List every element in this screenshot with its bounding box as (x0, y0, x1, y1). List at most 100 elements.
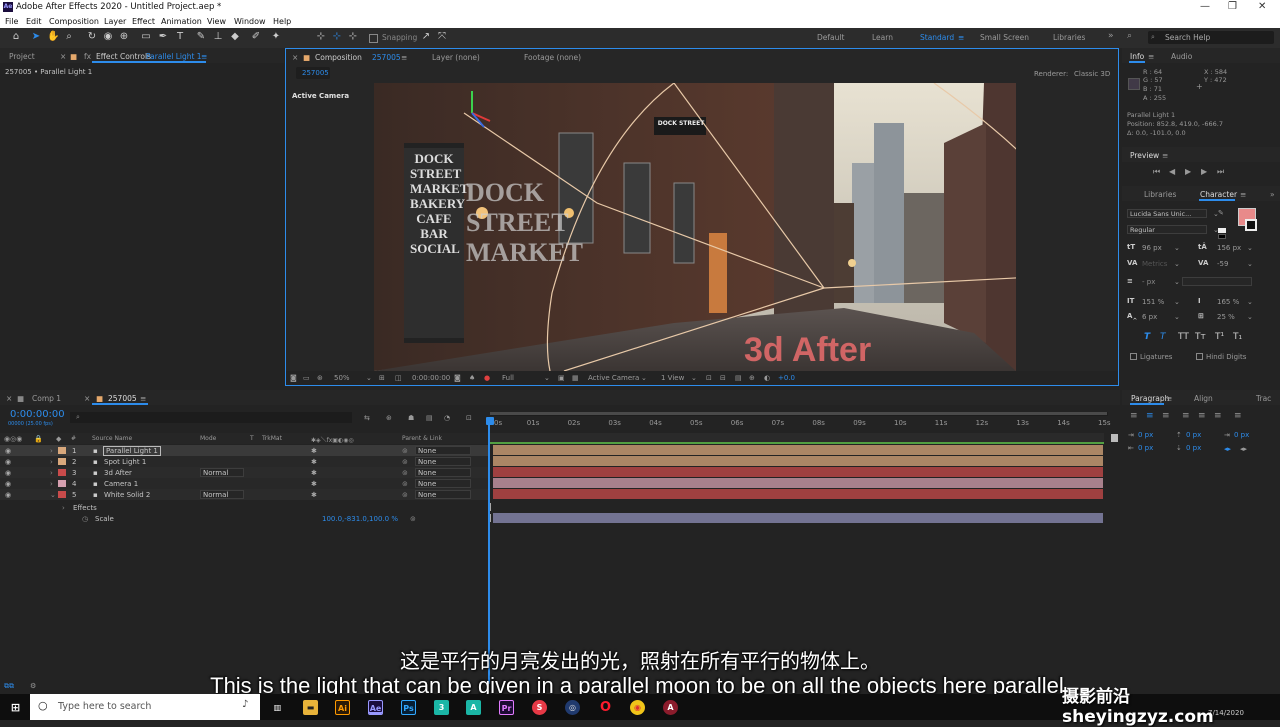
layer-row[interactable]: ◉ › 1 ▪ Parallel Light 1 ✱ ⊚ None (0, 445, 488, 456)
layer-expand-icon[interactable]: › (50, 480, 53, 488)
tab-257005[interactable]: 257005 (108, 394, 137, 403)
collapse-switch-icon[interactable]: ✱ (311, 469, 317, 477)
app-3-icon[interactable]: 3 (434, 700, 449, 715)
app-a-red-icon[interactable]: A (663, 700, 678, 715)
parent-dropdown[interactable]: None (415, 490, 471, 499)
premiere-pro-icon[interactable]: Pr (499, 700, 514, 715)
hand-tool-icon[interactable]: ✋ (47, 31, 59, 43)
horizontal-scale-value[interactable]: 165 % (1217, 298, 1239, 306)
menu-help[interactable]: Help (273, 17, 291, 26)
subscript-icon[interactable]: T₁ (1233, 332, 1242, 342)
ltr-direction-icon[interactable]: ◂▸ (1224, 445, 1231, 453)
collapse-switch-icon[interactable]: ✱ (311, 447, 317, 455)
layer-label-color[interactable] (58, 480, 66, 487)
tab-project[interactable]: Project (9, 52, 35, 61)
space-after-value[interactable]: 0 px (1186, 444, 1201, 452)
tab-composition[interactable]: Composition (315, 53, 362, 62)
ligatures-checkbox[interactable] (1130, 353, 1137, 360)
current-time[interactable]: 0:00:00:00 (412, 374, 450, 382)
tab-comp-1[interactable]: Comp 1 (32, 394, 61, 403)
workspace-learn[interactable]: Learn (872, 33, 893, 42)
region-icon[interactable]: ◫ (395, 374, 402, 382)
taskbar-search-input[interactable]: ○ Type here to search ♪ (30, 694, 260, 720)
layer-expand-icon[interactable]: › (50, 447, 53, 455)
windows-start-icon[interactable]: ⊞ (8, 700, 23, 715)
3d-after-text-layer[interactable]: 3d After (744, 331, 871, 370)
pick-whip-icon[interactable]: ⊚ (402, 491, 408, 499)
workspace-small-screen[interactable]: Small Screen (980, 33, 1029, 42)
photoshop-icon[interactable]: Ps (401, 700, 416, 715)
toggle-pixel-icon[interactable]: ⊡ (706, 374, 712, 382)
info-menu-icon[interactable]: ≡ (1148, 52, 1154, 61)
snapshot-icon[interactable]: ◙ (454, 374, 461, 382)
layer-row[interactable]: ◉ ⌄ 5 ▪ White Solid 2 Normal ✱ ⊚ None (0, 489, 488, 500)
parent-dropdown[interactable]: None (415, 468, 471, 477)
layer-label-color[interactable] (58, 447, 66, 454)
kerning-value[interactable]: Metrics (1142, 260, 1167, 268)
layer-expand-icon[interactable]: ⌄ (50, 491, 56, 499)
first-frame-icon[interactable]: ⏮ (1153, 167, 1160, 177)
white-swatch[interactable] (1218, 228, 1226, 233)
visibility-eye-icon[interactable]: ◉ (5, 469, 11, 477)
justify-center-icon[interactable]: ≡ (1198, 411, 1206, 421)
layer-duration-bar[interactable] (493, 513, 1103, 524)
indent-right-value[interactable]: 0 px (1138, 444, 1153, 452)
zoom-dropdown[interactable]: 50% (334, 374, 350, 382)
layer-name[interactable]: 3d After (104, 469, 132, 477)
tab-character[interactable]: Character (1200, 190, 1237, 199)
search-help-input[interactable]: ⌕ Search Help (1148, 31, 1274, 44)
font-family-dropdown[interactable]: Lucida Sans Unic... (1127, 209, 1207, 218)
scale-property-row[interactable]: ◷ Scale 100.0,-831.0,100.0 % ⊚ (0, 513, 488, 524)
first-line-indent-value[interactable]: 0 px (1234, 431, 1249, 439)
mask-visibility-icon[interactable]: ⊛ (317, 374, 323, 382)
pick-whip-icon[interactable]: ⊚ (402, 480, 408, 488)
snapping-checkbox[interactable] (369, 34, 378, 43)
frame-blending-icon[interactable]: ▤ (426, 414, 433, 422)
app-blue-icon[interactable]: ◎ (565, 700, 580, 715)
layer-name[interactable]: Camera 1 (104, 480, 138, 488)
exposure-icon[interactable]: ◐ (764, 374, 770, 382)
pick-whip-icon[interactable]: ⊚ (402, 458, 408, 466)
menu-window[interactable]: Window (234, 17, 266, 26)
comp-tab-menu-icon[interactable]: ≡ (401, 53, 407, 62)
channel-icon[interactable]: ● (484, 374, 490, 382)
task-view-icon[interactable]: ▥ (270, 700, 285, 715)
region-of-interest-icon[interactable]: ▣ (558, 374, 565, 382)
draft-3d-icon[interactable]: ⊛ (386, 414, 392, 422)
layer-expand-icon[interactable]: › (50, 469, 53, 477)
align-right-icon[interactable]: ≡ (1162, 411, 1170, 421)
close-comp-tab-icon[interactable]: × (292, 53, 298, 62)
zoom-tool-icon[interactable]: ⌕ (63, 31, 75, 43)
all-caps-icon[interactable]: TT (1178, 332, 1189, 342)
tab-libraries[interactable]: Libraries (1144, 190, 1176, 199)
more-workspaces-icon[interactable]: » (1108, 31, 1114, 41)
after-effects-icon[interactable]: Ae (368, 700, 383, 715)
tab-layer[interactable]: Layer (none) (432, 53, 480, 62)
tsume-value[interactable]: 25 % (1217, 313, 1235, 321)
cti-handle[interactable] (486, 417, 494, 425)
tab-align[interactable]: Align (1194, 394, 1213, 403)
layer-duration-bar[interactable] (493, 489, 1103, 499)
shy-icon[interactable]: ☗ (408, 414, 414, 422)
effects-group-row[interactable]: › Effects (0, 502, 488, 513)
chrome-icon[interactable]: ◉ (630, 700, 645, 715)
layer-name[interactable]: White Solid 2 (104, 491, 150, 499)
tab-effect-controls[interactable]: Effect Controls (96, 52, 151, 61)
search-icon[interactable]: ⌕ (1127, 31, 1132, 41)
menu-layer[interactable]: Layer (104, 17, 126, 26)
superscript-icon[interactable]: T¹ (1215, 332, 1224, 342)
character-menu-icon[interactable]: ≡ (1240, 190, 1246, 199)
pen-tool-icon[interactable]: ✒ (157, 31, 169, 43)
app-red-icon[interactable]: S (532, 700, 547, 715)
composition-viewer[interactable]: DOCK STREET MARKET BAKERY CAFE BAR SOCIA… (374, 83, 1016, 371)
visibility-eye-icon[interactable]: ◉ (5, 491, 11, 499)
font-style-dropdown[interactable]: Regular (1127, 225, 1207, 234)
layer-duration-bar[interactable] (493, 467, 1103, 477)
close-icon[interactable]: ✕ (1258, 1, 1266, 12)
fit-icon[interactable]: ⊞ (379, 374, 385, 382)
faux-italic-icon[interactable]: T (1160, 332, 1166, 342)
eyedropper-icon[interactable]: ✎ (1218, 209, 1224, 217)
next-frame-icon[interactable]: ▶ (1201, 167, 1207, 176)
show-snapshot-icon[interactable]: ♠ (469, 374, 475, 382)
timeline-close-icon-2[interactable]: × (84, 394, 90, 403)
